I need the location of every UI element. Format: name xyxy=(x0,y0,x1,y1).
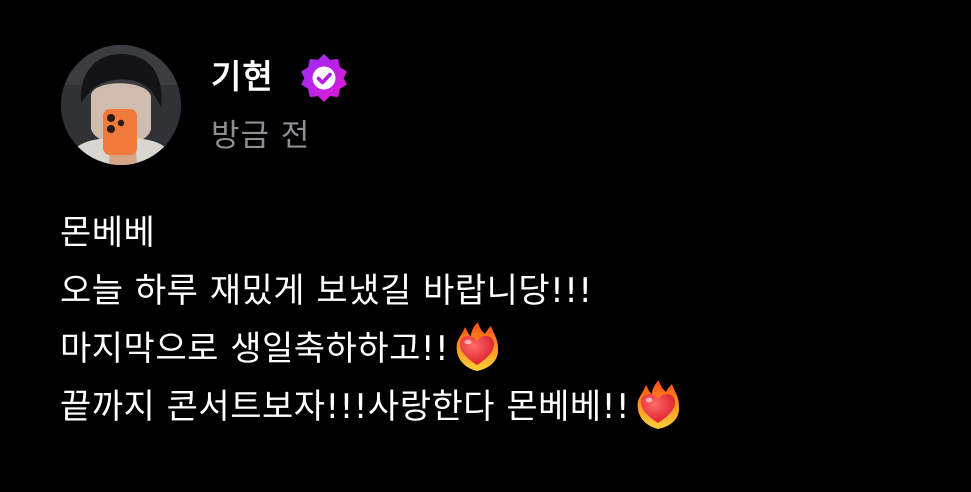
timestamp: 방금 전 xyxy=(211,118,311,154)
message-text: 오늘 하루 재밌게 보냈길 바랍니당!!! xyxy=(60,271,593,311)
avatar[interactable] xyxy=(61,45,181,165)
message-text: 마지막으로 생일축하하고!! xyxy=(60,329,450,369)
message-line: 끝까지 콘서트보자!!!사랑한다 몬베베!! xyxy=(60,378,940,436)
heart-on-fire-icon xyxy=(632,379,684,431)
message-line: 몬베베 xyxy=(60,204,940,262)
avatar-photo xyxy=(61,45,181,165)
post-card: 기현 방금 전 몬베베 오늘 하루 재밌게 보냈길 바랍니당!!! 마지막으로 … xyxy=(0,0,971,492)
message-line: 오늘 하루 재밌게 보냈길 바랍니당!!! xyxy=(60,262,940,320)
verified-badge-icon xyxy=(299,53,349,103)
message-line: 마지막으로 생일축하하고!! xyxy=(60,320,940,378)
message-body: 몬베베 오늘 하루 재밌게 보냈길 바랍니당!!! 마지막으로 생일축하하고!! xyxy=(60,204,940,436)
message-text: 몬베베 xyxy=(60,213,156,253)
message-text: 끝까지 콘서트보자!!!사랑한다 몬베베!! xyxy=(60,387,630,427)
author-name[interactable]: 기현 xyxy=(211,54,274,100)
heart-on-fire-icon xyxy=(451,321,503,373)
